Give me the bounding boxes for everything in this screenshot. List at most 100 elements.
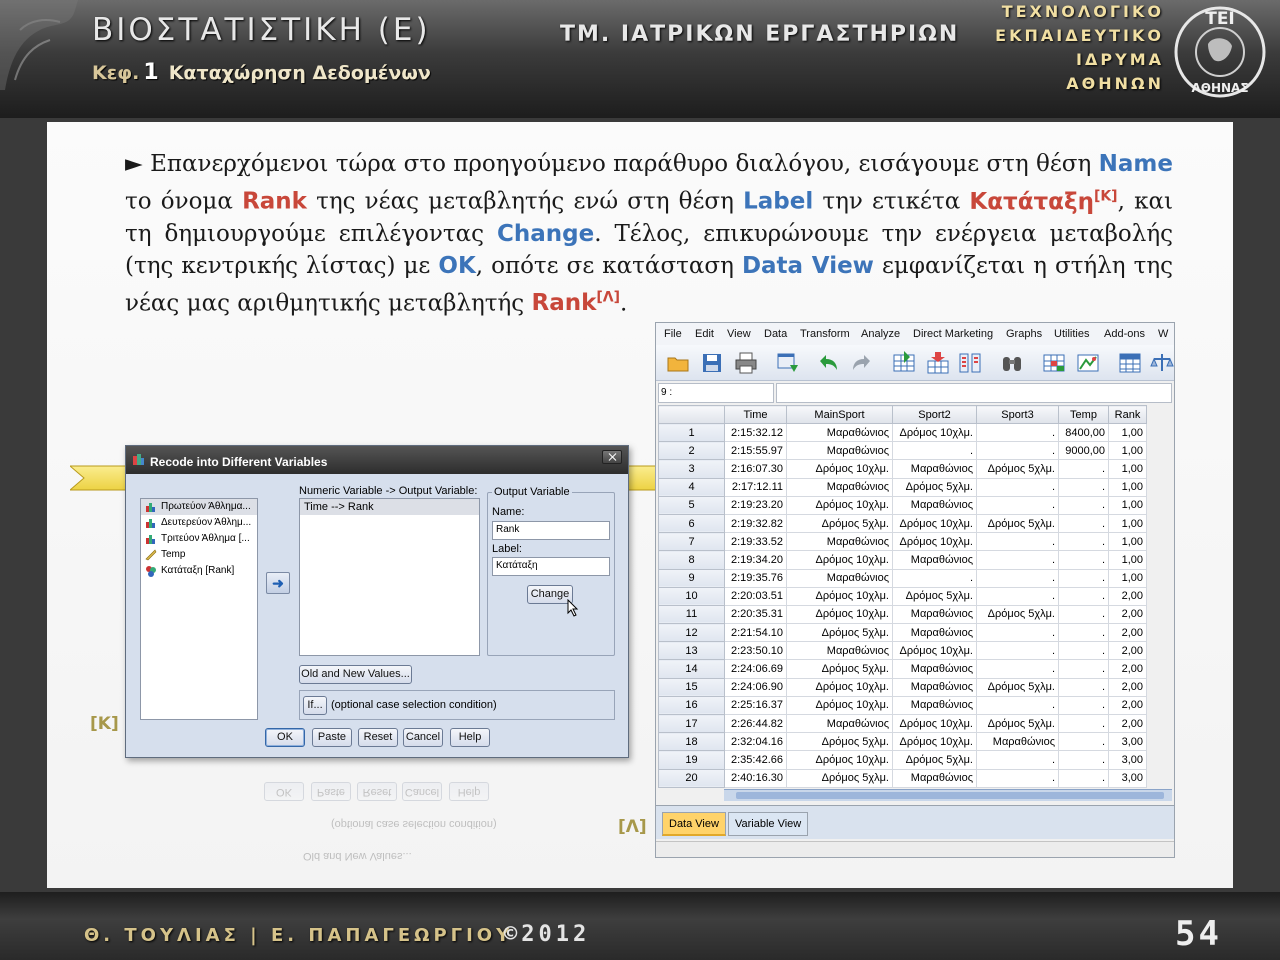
column-header[interactable]: [658, 405, 725, 424]
table-cell[interactable]: 2:24:06.90: [724, 677, 787, 697]
table-cell[interactable]: .: [1058, 495, 1109, 515]
table-cell[interactable]: .: [1058, 677, 1109, 697]
table-cell[interactable]: 2:20:03.51: [724, 586, 787, 606]
table-cell[interactable]: .: [976, 568, 1059, 588]
table-cell[interactable]: Δρόμος 10χλμ.: [892, 732, 977, 752]
table-cell[interactable]: 1,00: [1108, 459, 1147, 479]
menu-window[interactable]: W: [1158, 328, 1168, 340]
table-cell[interactable]: 1,00: [1108, 477, 1147, 497]
table-cell[interactable]: 2:19:32.82: [724, 513, 787, 534]
table-cell[interactable]: Μαραθώνιος: [892, 550, 977, 570]
table-cell[interactable]: Μαραθώνιος: [892, 623, 977, 643]
table-cell[interactable]: Δρόμος 10χλμ.: [892, 422, 977, 443]
row-number[interactable]: 14: [658, 659, 725, 679]
row-number[interactable]: 17: [658, 713, 725, 734]
table-cell[interactable]: .: [1058, 477, 1109, 497]
row-number[interactable]: 1: [658, 422, 725, 443]
column-header[interactable]: Sport3: [976, 405, 1059, 424]
table-cell[interactable]: 2,00: [1108, 659, 1147, 679]
table-cell[interactable]: .: [1058, 732, 1109, 752]
variable-list[interactable]: Πρωτεύον Άθλημα... Δευτερεύον Άθλημ... Τ…: [140, 498, 258, 720]
table-cell[interactable]: Δρόμος 5χλμ.: [976, 513, 1059, 534]
reset-button[interactable]: Reset: [358, 728, 398, 747]
table-cell[interactable]: .: [1058, 623, 1109, 643]
recall-dialog-icon[interactable]: [776, 351, 800, 375]
row-number[interactable]: 3: [658, 459, 725, 479]
table-cell[interactable]: Μαραθώνιος: [892, 459, 977, 479]
table-cell[interactable]: Δρόμος 10χλμ.: [786, 550, 893, 570]
menu-graphs[interactable]: Graphs: [1006, 328, 1042, 340]
row-number[interactable]: 18: [658, 732, 725, 752]
label-field[interactable]: Κατάταξη: [492, 557, 610, 576]
column-header[interactable]: Rank: [1108, 405, 1147, 424]
table-cell[interactable]: 1,00: [1108, 532, 1147, 552]
table-cell[interactable]: 2,00: [1108, 641, 1147, 661]
table-cell[interactable]: Μαραθώνιος: [786, 568, 893, 588]
table-cell[interactable]: 2,00: [1108, 604, 1147, 625]
variable-item[interactable]: Πρωτεύον Άθλημα...: [141, 499, 257, 515]
cancel-button[interactable]: Cancel: [403, 728, 443, 747]
menu-utilities[interactable]: Utilities: [1054, 328, 1089, 340]
table-cell[interactable]: .: [1058, 750, 1109, 770]
goto-variable-icon[interactable]: [926, 351, 950, 375]
table-cell[interactable]: .: [1058, 659, 1109, 679]
paste-button[interactable]: Paste: [312, 728, 352, 747]
variable-item[interactable]: Δευτερεύον Άθλημ...: [141, 515, 257, 531]
table-cell[interactable]: Δρόμος 5χλμ.: [786, 659, 893, 679]
variables-icon[interactable]: [958, 351, 982, 375]
table-cell[interactable]: Μαραθώνιος: [976, 732, 1059, 752]
split-file-icon[interactable]: [1118, 351, 1142, 375]
goto-case-icon[interactable]: [892, 351, 916, 375]
table-cell[interactable]: Δρόμος 10χλμ.: [892, 713, 977, 734]
menu-edit[interactable]: Edit: [695, 328, 714, 340]
table-cell[interactable]: Δρόμος 5χλμ.: [786, 623, 893, 643]
table-cell[interactable]: .: [1058, 550, 1109, 570]
table-cell[interactable]: 1,00: [1108, 441, 1147, 461]
table-cell[interactable]: Δρόμος 10χλμ.: [892, 641, 977, 661]
table-cell[interactable]: Δρόμος 10χλμ.: [786, 695, 893, 716]
name-field[interactable]: Rank: [492, 521, 610, 540]
table-cell[interactable]: Δρόμος 5χλμ.: [892, 586, 977, 606]
table-cell[interactable]: Δρόμος 10χλμ.: [786, 495, 893, 515]
row-number[interactable]: 2: [658, 441, 725, 461]
table-cell[interactable]: 2,00: [1108, 695, 1147, 716]
find-icon[interactable]: [1000, 351, 1024, 375]
ok-button[interactable]: OK: [265, 728, 305, 747]
table-cell[interactable]: .: [976, 532, 1059, 552]
table-cell[interactable]: 2:23:50.10: [724, 641, 787, 661]
table-cell[interactable]: Δρόμος 5χλμ.: [976, 713, 1059, 734]
table-cell[interactable]: .: [1058, 695, 1109, 716]
table-cell[interactable]: Δρόμος 10χλμ.: [786, 586, 893, 606]
table-cell[interactable]: Δρόμος 5χλμ.: [786, 768, 893, 788]
table-cell[interactable]: Δρόμος 5χλμ.: [786, 513, 893, 534]
table-cell[interactable]: Μαραθώνιος: [892, 695, 977, 716]
menu-view[interactable]: View: [727, 328, 751, 340]
table-cell[interactable]: Δρόμος 10χλμ.: [892, 513, 977, 534]
table-cell[interactable]: 2:15:55.97: [724, 441, 787, 461]
row-number[interactable]: 5: [658, 495, 725, 515]
table-cell[interactable]: Μαραθώνιος: [786, 532, 893, 552]
row-number[interactable]: 11: [658, 604, 725, 625]
table-cell[interactable]: Μαραθώνιος: [892, 604, 977, 625]
variable-item[interactable]: Τριτεύον Άθλημα [...: [141, 531, 257, 547]
row-number[interactable]: 16: [658, 695, 725, 716]
weight-cases-icon[interactable]: [1150, 351, 1174, 375]
table-cell[interactable]: 2:25:16.37: [724, 695, 787, 716]
old-new-values-button[interactable]: Old and New Values...: [299, 665, 412, 684]
column-header[interactable]: Sport2: [892, 405, 977, 424]
print-icon[interactable]: [734, 351, 758, 375]
table-cell[interactable]: .: [976, 586, 1059, 606]
redo-icon[interactable]: [850, 351, 874, 375]
if-button[interactable]: If...: [303, 696, 327, 715]
row-number[interactable]: 12: [658, 623, 725, 643]
table-cell[interactable]: 2,00: [1108, 677, 1147, 697]
menu-file[interactable]: File: [664, 328, 682, 340]
menu-addons[interactable]: Add-ons: [1104, 328, 1145, 340]
variable-item[interactable]: Temp: [141, 547, 257, 563]
table-cell[interactable]: 1,00: [1108, 568, 1147, 588]
menu-analyze[interactable]: Analyze: [861, 328, 900, 340]
column-header[interactable]: Time: [724, 405, 787, 424]
move-variable-button[interactable]: ➜: [266, 572, 290, 594]
table-cell[interactable]: Δρόμος 5χλμ.: [976, 459, 1059, 479]
row-number[interactable]: 13: [658, 641, 725, 661]
